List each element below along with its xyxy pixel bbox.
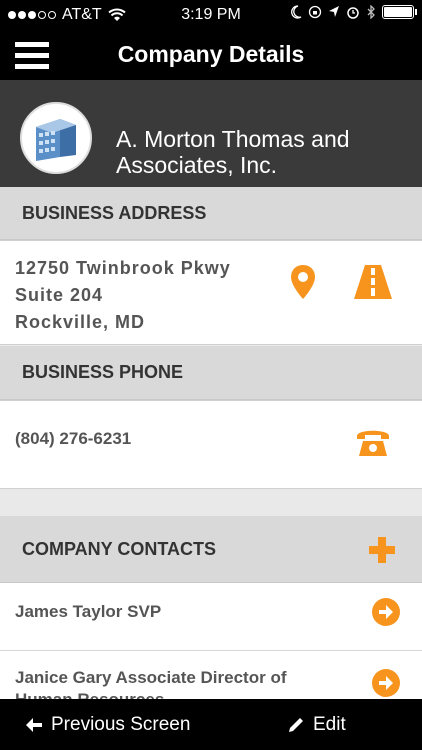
arrow-right-icon[interactable] (372, 598, 400, 626)
bluetooth-icon (367, 5, 375, 19)
directions-road-icon[interactable] (352, 263, 394, 301)
phone-number: (804) 276-6231 (15, 429, 132, 448)
phone-call-icon[interactable] (354, 425, 392, 459)
bottom-toolbar: Previous Screen Edit (0, 699, 422, 750)
edit-label: Edit (313, 714, 346, 735)
address-text: 12750 Twinbrook Pkwy Suite 204 Rockville… (15, 255, 231, 336)
contacts-heading-label: COMPANY CONTACTS (22, 538, 217, 559)
pencil-icon (289, 718, 303, 732)
company-header: A. Morton Thomas and Associates, Inc. (0, 80, 422, 187)
rotation-lock-icon (308, 5, 322, 19)
alarm-icon (347, 7, 359, 19)
section-heading-address: BUSINESS ADDRESS (0, 187, 422, 240)
arrow-left-icon (26, 718, 42, 732)
contact-name: Janice Gary Associate Director of Human … (15, 668, 287, 699)
status-bar: AT&T 3:19 PM (0, 0, 422, 30)
section-heading-contacts: COMPANY CONTACTS (0, 516, 422, 583)
add-contact-icon[interactable] (368, 536, 396, 564)
battery-icon (382, 5, 417, 19)
moon-icon (291, 5, 302, 19)
arrow-right-icon[interactable] (372, 669, 400, 697)
company-name: A. Morton Thomas and Associates, Inc. (116, 126, 350, 178)
nav-bar: Company Details (0, 30, 422, 80)
address-line-3: Rockville, MD (15, 312, 146, 332)
contact-row[interactable]: Janice Gary Associate Director of Human … (0, 651, 422, 699)
edit-button[interactable]: Edit (287, 714, 346, 736)
contact-row[interactable]: James Taylor SVP (0, 583, 422, 651)
map-pin-icon[interactable] (288, 263, 318, 301)
company-logo (20, 102, 92, 174)
previous-screen-label: Previous Screen (51, 714, 191, 735)
page-title: Company Details (117, 41, 305, 67)
address-line-1: 12750 Twinbrook Pkwy (15, 258, 231, 278)
location-icon (329, 6, 339, 17)
address-line-2: Suite 204 (15, 285, 104, 305)
previous-screen-button[interactable]: Previous Screen (25, 714, 190, 736)
section-heading-phone: BUSINESS PHONE (0, 346, 422, 400)
phone-card: (804) 276-6231 (0, 400, 422, 489)
building-icon (36, 119, 76, 161)
address-card: 12750 Twinbrook Pkwy Suite 204 Rockville… (0, 240, 422, 345)
contact-name: James Taylor SVP (15, 602, 162, 621)
status-right (290, 5, 417, 19)
